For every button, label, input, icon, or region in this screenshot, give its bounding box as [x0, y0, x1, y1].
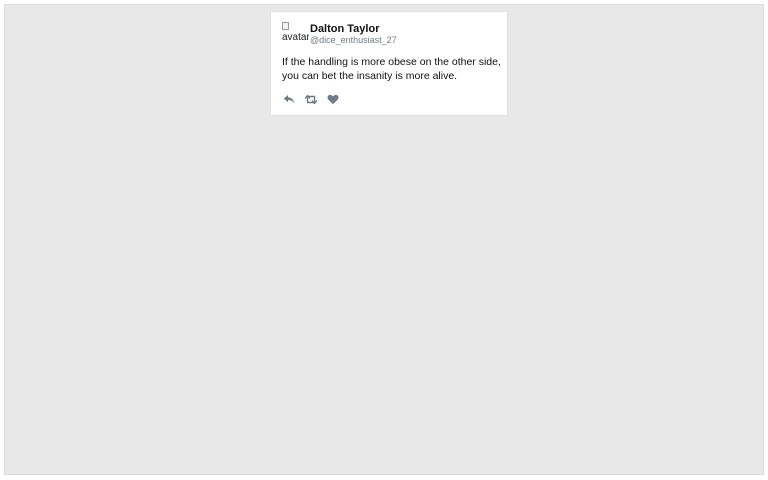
tweet-card: avatar Dalton Taylor @dice_enthusiast_27…	[270, 11, 508, 116]
reply-button[interactable]	[282, 92, 296, 106]
reply-icon	[283, 94, 295, 104]
broken-image-icon	[282, 22, 289, 30]
page-canvas: avatar Dalton Taylor @dice_enthusiast_27…	[4, 4, 764, 475]
retweet-icon	[304, 94, 318, 104]
avatar[interactable]: avatar	[282, 22, 309, 46]
like-icon	[327, 94, 339, 104]
tweet-actions	[282, 92, 348, 106]
like-button[interactable]	[326, 92, 340, 106]
user-display-name[interactable]: Dalton Taylor	[310, 23, 379, 35]
user-handle[interactable]: @dice_enthusiast_27	[310, 35, 397, 45]
tweet-text: If the handling is more obese on the oth…	[282, 56, 501, 82]
avatar-alt-text: avatar	[282, 32, 309, 43]
retweet-button[interactable]	[304, 92, 318, 106]
